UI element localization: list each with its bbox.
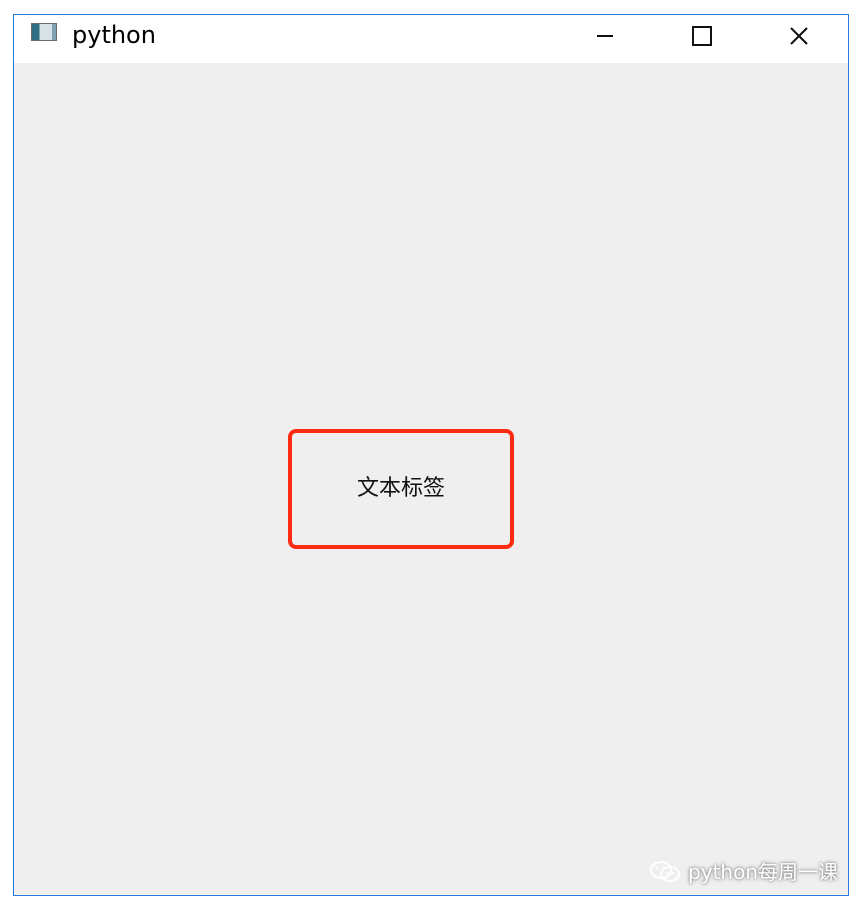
minimize-icon [597,35,613,37]
close-icon [790,27,808,45]
close-button[interactable] [751,15,847,57]
minimize-button[interactable] [557,15,653,57]
window-title: python [72,21,156,49]
wechat-icon [650,860,681,882]
maximize-icon [692,26,712,46]
text-label: 文本标签 [356,476,445,501]
highlighted-label-box: 文本标签 [288,429,514,549]
maximize-button[interactable] [654,15,750,57]
title-bar[interactable]: python [14,15,848,63]
app-window-icon [31,23,57,41]
watermark-text: python每周一课 [688,860,838,884]
watermark: python每周一课 [648,856,838,885]
app-window: python 文本标签 python每周一课 [13,14,849,896]
